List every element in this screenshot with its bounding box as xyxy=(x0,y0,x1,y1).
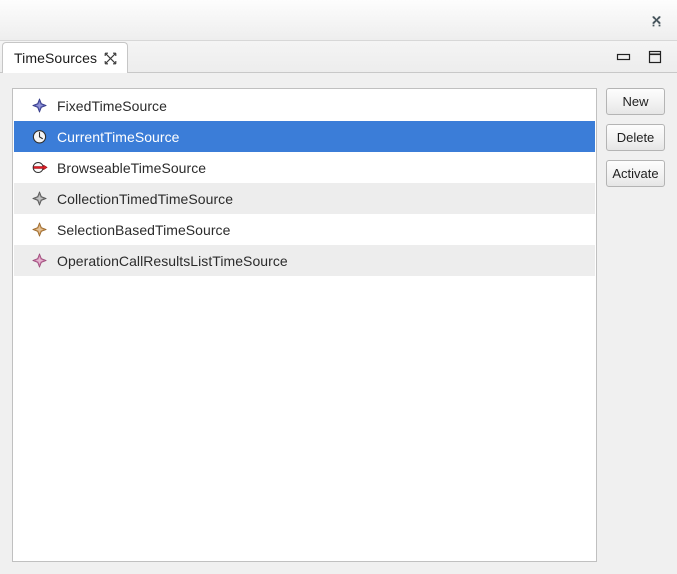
diamond-icon xyxy=(31,252,48,269)
tab-bar: TimeSources xyxy=(0,41,677,73)
list-item-label: OperationCallResultsListTimeSource xyxy=(57,252,288,269)
timesources-list[interactable]: FixedTimeSource CurrentTimeSource Browse… xyxy=(14,90,595,560)
list-item[interactable]: OperationCallResultsListTimeSource xyxy=(14,245,595,276)
close-icon[interactable] xyxy=(645,10,667,32)
diamond-icon xyxy=(31,97,48,114)
tab-close-icon[interactable] xyxy=(104,52,117,65)
tab-label: TimeSources xyxy=(14,50,98,66)
list-item-label: CurrentTimeSource xyxy=(57,128,180,145)
diamond-icon xyxy=(31,221,48,238)
list-item[interactable]: FixedTimeSource xyxy=(14,90,595,121)
list-item[interactable]: CollectionTimedTimeSource xyxy=(14,183,595,214)
activate-button[interactable]: Activate xyxy=(606,160,665,187)
minimize-icon[interactable] xyxy=(615,49,632,65)
list-item-label: CollectionTimedTimeSource xyxy=(57,190,234,207)
diamond-icon xyxy=(31,190,48,207)
timesources-list-frame: FixedTimeSource CurrentTimeSource Browse… xyxy=(12,88,597,562)
list-item-label: BrowseableTimeSource xyxy=(57,159,207,176)
list-item[interactable]: SelectionBasedTimeSource xyxy=(14,214,595,245)
delete-button[interactable]: Delete xyxy=(606,124,665,151)
application-window: TimeSources FixedTimeSource CurrentTimeS… xyxy=(0,0,677,574)
list-item-label: SelectionBasedTimeSource xyxy=(57,221,231,238)
new-button[interactable]: New xyxy=(606,88,665,115)
window-titlebar xyxy=(0,0,677,41)
maximize-icon[interactable] xyxy=(646,49,663,65)
list-item[interactable]: CurrentTimeSource xyxy=(14,121,595,152)
clock-icon xyxy=(31,128,48,145)
interface-arrow-icon xyxy=(31,159,48,176)
view-content: FixedTimeSource CurrentTimeSource Browse… xyxy=(0,73,677,574)
action-button-column: New Delete Activate xyxy=(606,88,665,187)
view-toolbar xyxy=(615,49,663,65)
tab-timesources[interactable]: TimeSources xyxy=(2,42,129,73)
list-item[interactable]: BrowseableTimeSource xyxy=(14,152,595,183)
list-item-label: FixedTimeSource xyxy=(57,97,167,114)
